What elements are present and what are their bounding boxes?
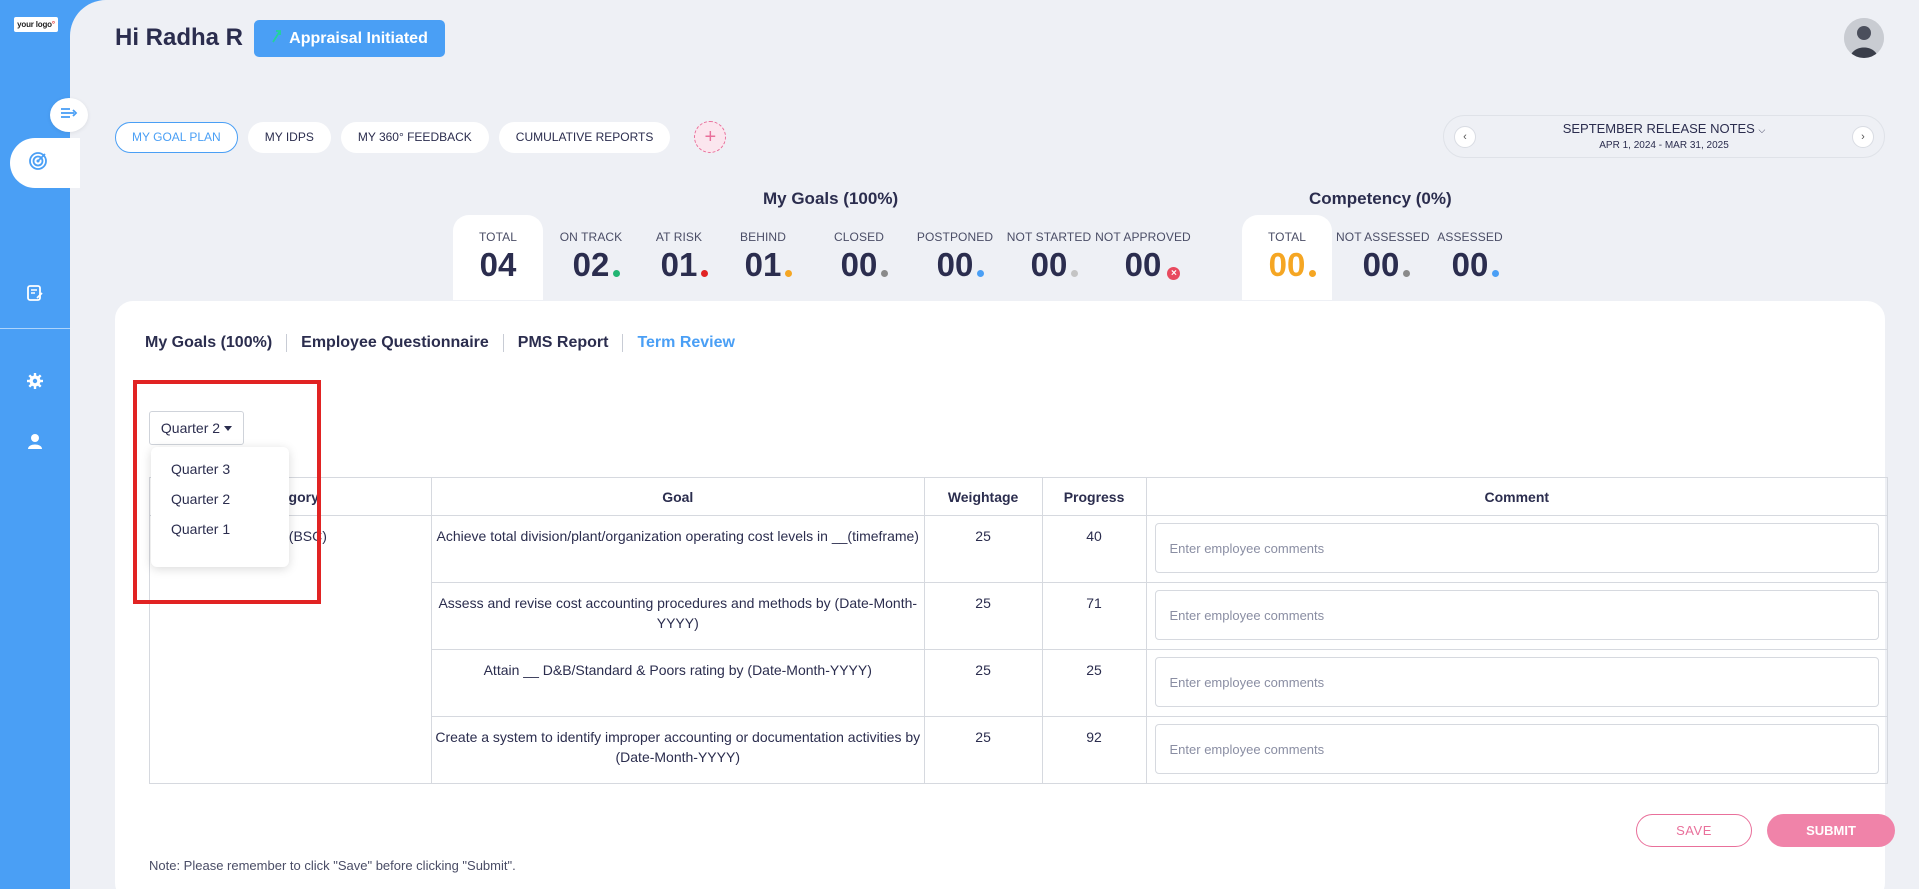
stat-competency-total[interactable]: TOTAL 00 xyxy=(1242,230,1332,284)
header-weightage: Weightage xyxy=(923,477,1043,516)
quarter-option[interactable]: Quarter 2 xyxy=(151,491,289,521)
term-review-card: My Goals (100%) Employee Questionnaire P… xyxy=(115,301,1895,889)
collapse-icon xyxy=(60,106,78,125)
greeting: Hi Radha R xyxy=(115,24,244,51)
tab-my-360-feedback[interactable]: MY 360° FEEDBACK xyxy=(340,121,489,153)
progress-cell: 71 xyxy=(1041,582,1147,650)
quarter-option[interactable]: Quarter 1 xyxy=(151,521,289,551)
comment-input[interactable] xyxy=(1154,523,1879,573)
weightage-cell: 25 xyxy=(923,649,1043,717)
company-logo: your logo° xyxy=(14,17,58,32)
appraisal-status-label: Appraisal Initiated xyxy=(289,29,428,47)
tab-my-goal-plan[interactable]: MY GOAL PLAN xyxy=(115,121,238,153)
status-dot xyxy=(1492,270,1500,277)
release-notes-selector: ‹ SEPTEMBER RELEASE NOTES ⌵ APR 1, 2024 … xyxy=(1443,115,1885,158)
stat-at-risk[interactable]: AT RISK 01 xyxy=(647,230,711,284)
quarter-dropdown: Quarter 3 Quarter 2 Quarter 1 xyxy=(151,447,289,567)
release-notes-date: APR 1, 2024 - MAR 31, 2025 xyxy=(1599,140,1729,151)
stat-closed[interactable]: CLOSED 00 xyxy=(824,230,894,284)
stat-behind[interactable]: BEHIND 01 xyxy=(730,230,796,284)
stat-not-approved[interactable]: NOT APPROVED 00 × xyxy=(1094,230,1192,284)
comment-cell xyxy=(1145,649,1889,717)
sidebar: your logo° xyxy=(0,0,70,889)
document-edit-icon[interactable] xyxy=(23,281,47,305)
appraisal-status-button[interactable]: Appraisal Initiated xyxy=(254,20,445,57)
sidebar-item-goals[interactable] xyxy=(10,138,80,188)
collapse-sidebar-button[interactable] xyxy=(50,98,88,132)
stat-not-started[interactable]: NOT STARTED 00 xyxy=(1004,230,1094,284)
goal-cell: Create a system to identify improper acc… xyxy=(430,716,925,784)
comment-cell xyxy=(1145,515,1889,583)
competency-title: Competency (0%) xyxy=(1309,189,1452,208)
goal-cell: Attain __ D&B/Standard & Poors rating by… xyxy=(430,649,925,717)
top-tabs: MY GOAL PLAN MY IDPS MY 360° FEEDBACK CU… xyxy=(115,121,727,153)
goal-cell: Achieve total division/plant/organizatio… xyxy=(430,515,925,583)
stat-on-track[interactable]: ON TRACK 02 xyxy=(553,230,629,284)
status-dot xyxy=(1071,270,1079,277)
status-dot xyxy=(613,270,621,277)
user-icon[interactable] xyxy=(23,429,47,453)
arrow-icon xyxy=(271,29,283,48)
table-row: al (BSC) Achieve total division/plant/or… xyxy=(149,515,1889,784)
progress-cell: 92 xyxy=(1041,716,1147,784)
weightage-cell: 25 xyxy=(923,582,1043,650)
main-panel: Hi Radha R Appraisal Initiated MY GOAL P… xyxy=(70,0,1919,889)
chevron-down-icon: ⌵ xyxy=(1758,125,1766,135)
weightage-cell: 25 xyxy=(923,515,1043,583)
avatar[interactable] xyxy=(1844,18,1884,58)
release-notes-title[interactable]: SEPTEMBER RELEASE NOTES ⌵ xyxy=(1444,121,1884,136)
status-dot xyxy=(701,270,709,277)
stat-total[interactable]: TOTAL 04 xyxy=(453,230,543,284)
status-dot xyxy=(785,270,793,277)
comment-cell xyxy=(1145,582,1889,650)
save-button[interactable]: SAVE xyxy=(1636,814,1752,847)
comment-input[interactable] xyxy=(1154,657,1879,707)
table-header-row: egory Goal Weightage Progress Comment xyxy=(149,477,1889,516)
plus-icon: + xyxy=(704,125,717,148)
tab-my-idps[interactable]: MY IDPS xyxy=(247,121,331,153)
stat-postponed[interactable]: POSTPONED 00 xyxy=(910,230,1000,284)
status-dot xyxy=(881,270,889,277)
status-dot xyxy=(1309,270,1317,277)
status-dot xyxy=(1403,270,1411,277)
comment-cell xyxy=(1145,716,1889,784)
submit-button[interactable]: SUBMIT xyxy=(1767,814,1895,847)
tab-cumulative-reports[interactable]: CUMULATIVE REPORTS xyxy=(498,121,671,153)
comment-input[interactable] xyxy=(1154,590,1879,640)
stat-not-assessed[interactable]: NOT ASSESSED 00 xyxy=(1336,230,1430,284)
quarter-option[interactable]: Quarter 3 xyxy=(151,461,289,491)
weightage-cell: 25 xyxy=(923,716,1043,784)
subtab-pms-report[interactable]: PMS Report xyxy=(504,334,624,352)
chevron-right-icon[interactable]: › xyxy=(1852,126,1874,148)
caret-down-icon xyxy=(224,425,233,431)
subtab-my-goals[interactable]: My Goals (100%) xyxy=(145,334,288,352)
goals-table: egory Goal Weightage Progress Comment al… xyxy=(149,477,1889,784)
add-tab-button[interactable]: + xyxy=(694,121,727,153)
header-goal: Goal xyxy=(430,477,925,516)
status-dot xyxy=(977,270,985,277)
subtab-term-review[interactable]: Term Review xyxy=(623,334,749,352)
sub-tabs: My Goals (100%) Employee Questionnaire P… xyxy=(145,334,749,352)
subtab-employee-questionnaire[interactable]: Employee Questionnaire xyxy=(287,334,504,352)
stat-assessed[interactable]: ASSESSED 00 xyxy=(1430,230,1510,284)
comment-input[interactable] xyxy=(1154,724,1879,774)
gear-icon[interactable] xyxy=(23,369,47,393)
goal-cell: Assess and revise cost accounting proced… xyxy=(430,582,925,650)
close-icon: × xyxy=(1167,267,1181,280)
quarter-select[interactable]: Quarter 2 xyxy=(149,411,244,445)
save-note: Note: Please remember to click "Save" be… xyxy=(149,858,516,873)
progress-cell: 40 xyxy=(1041,515,1147,583)
my-goals-title: My Goals (100%) xyxy=(763,189,899,208)
progress-cell: 25 xyxy=(1041,649,1147,717)
header-progress: Progress xyxy=(1041,477,1147,516)
sidebar-divider xyxy=(0,328,70,329)
header-comment: Comment xyxy=(1145,477,1889,516)
target-icon xyxy=(28,151,48,176)
